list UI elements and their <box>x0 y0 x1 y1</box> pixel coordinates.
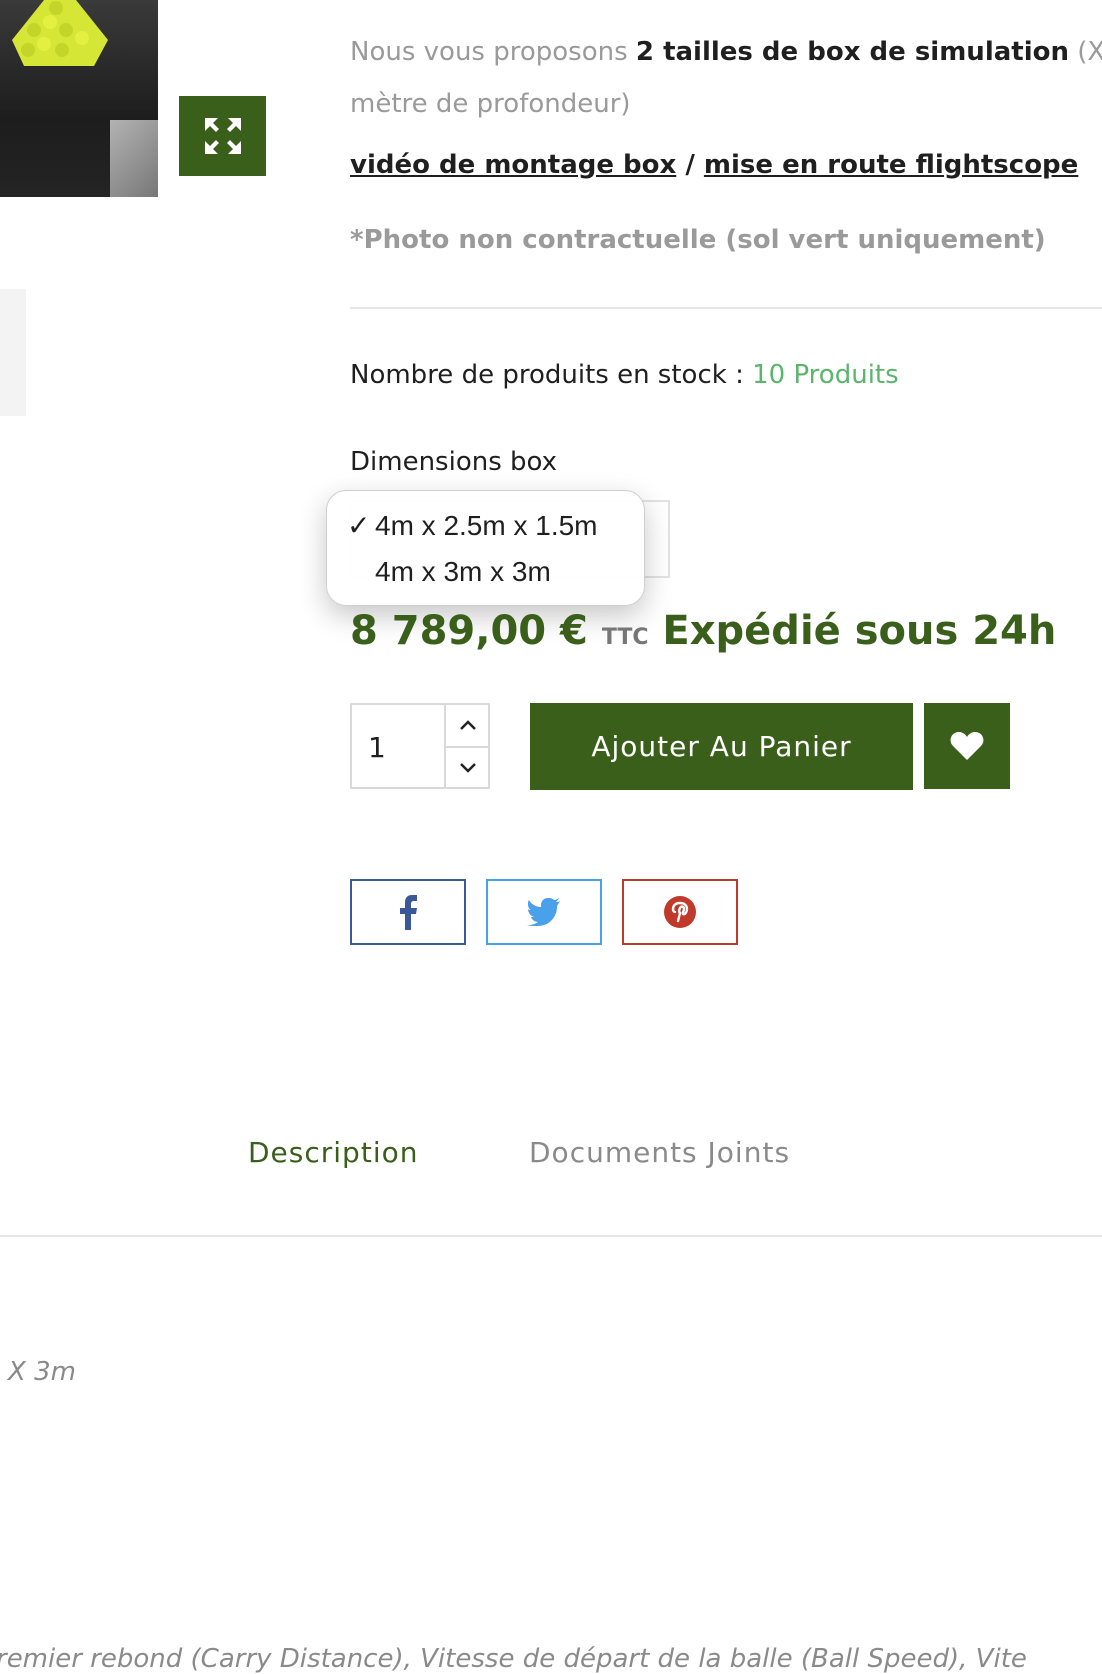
dimension-label: Dimensions box <box>350 447 558 477</box>
shipping-info: Expédié sous 24h <box>662 608 1057 654</box>
description-text-fragment: X 3m <box>8 1357 76 1387</box>
expand-icon <box>204 118 241 154</box>
intro-prefix: Nous vous proposons <box>350 37 636 67</box>
price-value: 8 789,00 € <box>350 608 588 654</box>
heart-icon <box>950 732 984 760</box>
product-links: vidéo de montage box / mise en route fli… <box>350 150 1078 180</box>
chevron-up-icon <box>460 720 476 730</box>
pinterest-share-button[interactable] <box>622 879 738 945</box>
wishlist-button[interactable] <box>924 703 1010 789</box>
facebook-icon <box>400 895 417 930</box>
dimension-option-1[interactable]: ✓ 4m x 2.5m x 1.5m <box>327 503 644 549</box>
intro-bold: 2 tailles de box de simulation <box>635 37 1069 67</box>
twitter-icon <box>527 898 560 926</box>
thumbnail-highlight <box>110 120 158 197</box>
tab-documents[interactable]: Documents Joints <box>529 1136 790 1169</box>
pinterest-icon <box>664 896 696 928</box>
intro-line2: mètre de profondeur) <box>350 89 631 119</box>
twitter-share-button[interactable] <box>486 879 602 945</box>
price-tax: TTC <box>601 625 649 650</box>
product-thumbnail[interactable] <box>0 0 158 197</box>
add-to-cart-button[interactable]: Ajouter Au Panier <box>530 703 913 790</box>
tabs-divider <box>0 1235 1102 1237</box>
option-label: 4m x 3m x 3m <box>375 556 551 587</box>
dimension-option-2[interactable]: 4m x 3m x 3m <box>327 549 644 595</box>
link-separator: / <box>676 150 704 180</box>
intro-suffix: (X <box>1068 37 1102 67</box>
quantity-up-button[interactable] <box>446 705 490 745</box>
chevron-down-icon <box>460 763 476 773</box>
price-line: 8 789,00 € TTC Expédié sous 24h <box>350 608 1056 654</box>
expand-image-button[interactable] <box>179 96 266 176</box>
side-panel-edge <box>0 289 26 416</box>
stock-info: Nombre de produits en stock : 10 Produit… <box>350 360 899 390</box>
product-intro: Nous vous proposons 2 tailles de box de … <box>350 26 1102 130</box>
dimension-dropdown[interactable]: ✓ 4m x 2.5m x 1.5m 4m x 3m x 3m <box>326 490 645 606</box>
facebook-share-button[interactable] <box>350 879 466 945</box>
photo-disclaimer: *Photo non contractuelle (sol vert uniqu… <box>350 225 1046 255</box>
tab-description[interactable]: Description <box>248 1136 418 1169</box>
check-icon: ✓ <box>347 510 371 541</box>
quantity-stepper[interactable]: 1 <box>350 703 490 789</box>
option-label: 4m x 2.5m x 1.5m <box>375 510 598 541</box>
section-divider <box>350 307 1102 309</box>
stock-value: 10 Produits <box>752 360 899 390</box>
quantity-input[interactable]: 1 <box>368 731 386 764</box>
montage-video-link[interactable]: vidéo de montage box <box>350 150 676 180</box>
stock-label: Nombre de produits en stock : <box>350 360 753 390</box>
golf-balls-image <box>12 0 108 66</box>
flightscope-link[interactable]: mise en route flightscope <box>704 150 1078 180</box>
quantity-down-button[interactable] <box>446 748 490 788</box>
